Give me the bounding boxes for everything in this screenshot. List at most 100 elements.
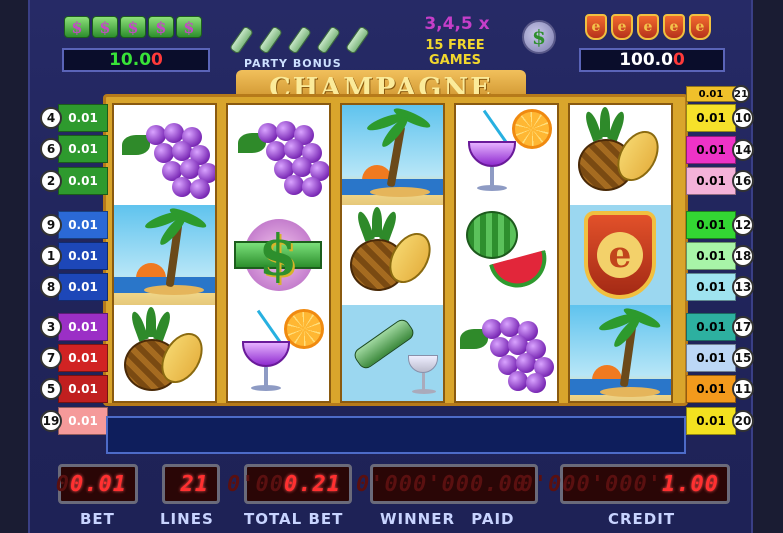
dollar-icon: $: [148, 16, 174, 38]
payline-badge-right[interactable]: 0.01 21: [686, 85, 750, 103]
dollar-bonus-value: 10.0 0: [62, 48, 210, 72]
payline-badge-left[interactable]: 6 0.01: [40, 134, 108, 164]
e-shield-icon: e: [611, 14, 633, 40]
payline-badge-left[interactable]: 2 0.01: [40, 166, 108, 196]
grapes-symbol: [228, 105, 329, 205]
payline-number: 9: [40, 214, 62, 236]
payline-badge-left[interactable]: 8 0.01: [40, 272, 108, 302]
free-games-label: 15 FREE GAMES: [425, 38, 485, 68]
winner-paid-display: 0'000'000.00: [356, 464, 538, 504]
pineapple-symbol: [570, 105, 671, 205]
champagne-bottle-icon: [344, 20, 372, 56]
reel-1: [112, 103, 217, 403]
dollar-icon: $: [64, 16, 90, 38]
lines-display-value: 21: [180, 471, 209, 497]
payline-number: 21: [732, 85, 750, 103]
dollar-icon: $: [92, 16, 118, 38]
dollar-icons-row: $ $ $ $ $: [64, 16, 202, 38]
payline-number: 3: [40, 316, 62, 338]
payline-number: 1: [40, 245, 62, 267]
payline-bet: 0.01: [58, 167, 108, 195]
right-edge: [753, 0, 783, 533]
champagne-bottle-icon: [257, 20, 285, 56]
reels-frame: $ e: [103, 94, 688, 406]
payline-badge-right[interactable]: 0.01 10: [686, 103, 754, 133]
payline-badge-right[interactable]: 0.01 15: [686, 343, 754, 373]
total-bet-display-ghost: 0'00: [227, 471, 285, 497]
payline-badge-left[interactable]: 9 0.01: [40, 210, 108, 240]
e-shield-icon: e: [585, 14, 607, 40]
payline-badge-left[interactable]: 3 0.01: [40, 312, 108, 342]
reel-2: $: [226, 103, 331, 403]
party-bonus-bottles: [228, 20, 372, 56]
total-bet-label: TOTAL BET: [244, 510, 344, 528]
payline-number: 17: [732, 316, 754, 338]
payline-badge-right[interactable]: 0.01 17: [686, 312, 754, 342]
payline-badge-right[interactable]: 0.01 16: [686, 166, 754, 196]
payline-badge-left[interactable]: 7 0.01: [40, 343, 108, 373]
payline-number: 19: [40, 410, 62, 432]
e-shield-symbol: e: [570, 205, 671, 305]
payline-number: 13: [732, 276, 754, 298]
payline-bet: 0.01: [58, 135, 108, 163]
winner-paid-label: WINNER PAID: [380, 510, 515, 528]
e-shield-icon: e: [663, 14, 685, 40]
winner-paid-display-ghost: 0'000'000.00: [356, 471, 527, 497]
payline-number: 15: [732, 347, 754, 369]
payline-number: 5: [40, 378, 62, 400]
e-bonus-value: 100.0 0: [579, 48, 725, 72]
champagne-bottle-icon: [228, 20, 256, 56]
payline-badge-right[interactable]: 0.01 11: [686, 374, 754, 404]
payline-badge-right[interactable]: 0.01 18: [686, 241, 754, 271]
e-bonus-value-main: 100.0: [619, 50, 673, 70]
payline-number: 18: [732, 245, 754, 267]
payline-bet: 0.01: [58, 104, 108, 132]
payline-badge-right[interactable]: 0.01 20: [686, 406, 754, 436]
cocktail-symbol: [456, 105, 557, 205]
payline-number: 14: [732, 139, 754, 161]
total-bet-display: 0'00 0.21: [227, 464, 352, 504]
bet-display-ghost: 0: [55, 471, 71, 497]
pineapple-symbol: [342, 205, 443, 305]
credit-display-value: 1.00: [662, 471, 719, 497]
dollar-bonus-value-main: 10.0: [109, 50, 152, 70]
e-shield-icons-row: e e e e e: [585, 14, 711, 40]
payline-bet: 0.01: [686, 104, 736, 132]
dollar-symbol: $: [228, 205, 329, 305]
grapes-symbol: [114, 105, 215, 205]
payline-bet: 0.01: [686, 313, 736, 341]
reel-5: e: [568, 103, 673, 403]
message-bar: [106, 416, 686, 454]
payline-badge-left[interactable]: 4 0.01: [40, 103, 108, 133]
payline-number: 12: [732, 214, 754, 236]
credit-display: 0'000'000' 1.00: [520, 464, 730, 504]
payline-bet: 0.01: [686, 242, 736, 270]
payline-badge-left[interactable]: 19 0.01: [40, 406, 108, 436]
payline-bet: 0.01: [686, 211, 736, 239]
payline-number: 11: [732, 378, 754, 400]
payline-bet: 0.01: [686, 167, 736, 195]
payline-badge-right[interactable]: 0.01 13: [686, 272, 754, 302]
free-games-multiplier: 3,4,5 x: [424, 14, 490, 34]
payline-bet: 0.01: [686, 136, 736, 164]
payline-badge-right[interactable]: 0.01 12: [686, 210, 754, 240]
payline-badge-right[interactable]: 0.01 14: [686, 135, 754, 165]
payline-bet: 0.01: [686, 375, 736, 403]
payline-bet: 0.01: [58, 313, 108, 341]
payline-bet: 0.01: [686, 344, 736, 372]
bet-display[interactable]: 0 0.01: [55, 464, 138, 504]
payline-badge-left[interactable]: 1 0.01: [40, 241, 108, 271]
party-bonus-label: PARTY BONUS: [244, 57, 342, 70]
payline-bet: 0.01: [58, 211, 108, 239]
champagne-bottle-icon: [315, 20, 343, 56]
payline-number: 4: [40, 107, 62, 129]
credit-label: CREDIT: [608, 510, 676, 528]
payline-number: 8: [40, 276, 62, 298]
lines-label: LINES: [160, 510, 214, 528]
lines-display[interactable]: 21: [162, 464, 220, 504]
payline-number: 10: [732, 107, 754, 129]
reel-3: [340, 103, 445, 403]
palm-island-symbol: [114, 205, 215, 305]
dollar-icon: $: [176, 16, 202, 38]
payline-badge-left[interactable]: 5 0.01: [40, 374, 108, 404]
